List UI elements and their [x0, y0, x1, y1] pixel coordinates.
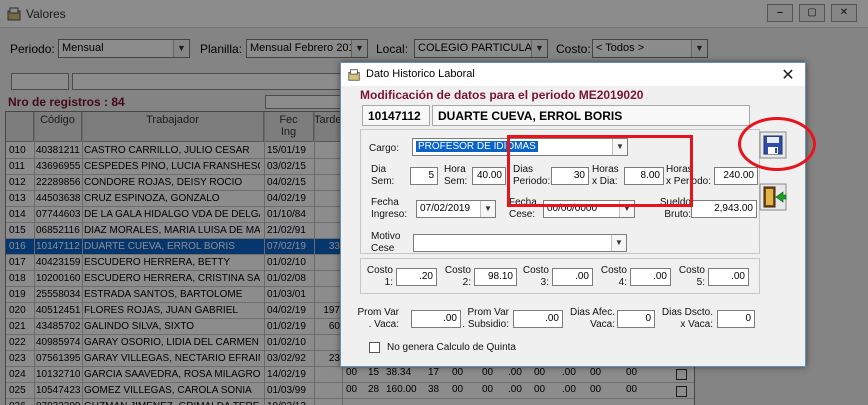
dias-dscto-vaca-label: Dias Dscto. x Vaca: [661, 307, 713, 330]
costo-label: Costo 3: [522, 265, 549, 288]
dias-afec-vaca-field[interactable]: 0 [617, 310, 655, 328]
highlight-rectangle [507, 135, 693, 207]
costo-label: Costo 1: [366, 265, 393, 288]
dialog-title-bar: Dato Historico Laboral ✕ [341, 63, 805, 86]
quinta-checkbox[interactable] [369, 342, 380, 353]
highlight-circle [738, 117, 816, 171]
prom-var-vaca-field[interactable]: .00 [411, 310, 461, 328]
worker-code: 10147112 [362, 105, 430, 126]
dialog-title: Dato Historico Laboral [366, 68, 475, 80]
dia-sem-label: Dia Sem: [371, 164, 395, 187]
motivo-cese-label: Motivo Cese [371, 231, 401, 254]
fecha-ingreso-picker[interactable]: 07/02/2019 ▼ [416, 200, 496, 218]
prom-var-subsidio-label: Prom Var . Subsidio: [462, 307, 509, 330]
costo-field[interactable]: .00 [630, 268, 671, 286]
fecha-ingreso-label: Fecha Ingreso: [371, 197, 408, 220]
sueldo-field[interactable]: 2,943.00 [691, 200, 757, 218]
exit-icon[interactable] [759, 183, 787, 211]
prom-var-vaca-label: Prom Var . Vaca: [357, 307, 400, 330]
hora-sem-label: Hora Sem: [444, 164, 468, 187]
prom-var-subsidio-field[interactable]: .00 [513, 310, 563, 328]
fecha-ingreso-value: 07/02/2019 [420, 203, 471, 214]
dias-dscto-vaca-field[interactable]: 0 [717, 310, 755, 328]
costo-field[interactable]: .20 [396, 268, 437, 286]
quinta-label: No genera Calculo de Quinta [387, 342, 516, 353]
costo-label: Costo 5: [678, 265, 705, 288]
historico-dialog: Dato Historico Laboral ✕ Modificación de… [340, 62, 806, 367]
costo-label: Costo 2: [444, 265, 471, 288]
horas-periodo-field[interactable]: 240.00 [714, 167, 758, 185]
chevron-down-icon: ▼ [480, 201, 495, 217]
motivo-cese-select[interactable]: ▼ [413, 234, 627, 252]
chevron-down-icon: ▼ [611, 235, 626, 251]
app-icon [348, 69, 360, 81]
costo-field[interactable]: .00 [552, 268, 593, 286]
dias-afec-vaca-label: Dias Afec. Vaca: [569, 307, 615, 330]
costo-field[interactable]: 98.10 [474, 268, 517, 286]
dia-sem-field[interactable]: 5 [410, 167, 438, 185]
cargo-label: Cargo: [369, 143, 400, 154]
costo-label: Costo 4: [600, 265, 627, 288]
dialog-close-button[interactable]: ✕ [779, 65, 797, 85]
dialog-heading: Modificación de datos para el periodo ME… [360, 88, 644, 102]
costo-field[interactable]: .00 [708, 268, 749, 286]
worker-name: DUARTE CUEVA, ERROL BORIS [432, 105, 750, 126]
hora-sem-field[interactable]: 40.00 [472, 167, 506, 185]
